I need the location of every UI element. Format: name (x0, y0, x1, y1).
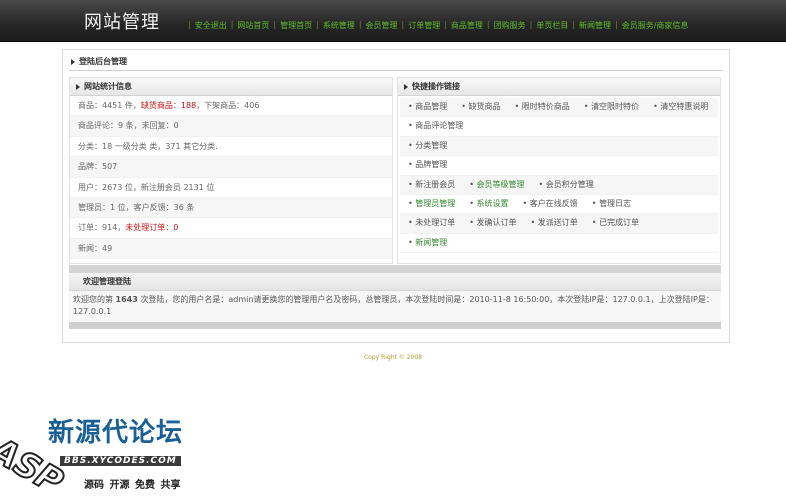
stats-panel-header: 网站统计信息 (70, 78, 392, 96)
nav-link[interactable]: 会员服务/商家信息 (622, 20, 689, 31)
main-frame: 登陆后台管理 网站统计信息 商品：4451 件，缺货商品：188，下架商品：40… (62, 49, 730, 343)
watermark-logo: ASP 新源代论坛 BBS.XYCODES.COM 源码 开源 免费 共享 (0, 412, 214, 503)
nav-separator: | (486, 20, 490, 29)
quick-link[interactable]: 分类管理 (408, 137, 447, 155)
stat-text: 分类：18 一级分类 类，371 其它分类. (78, 141, 218, 151)
quick-link[interactable]: 清空限时特价 (584, 98, 639, 116)
welcome-heading: 欢迎管理登陆 (69, 265, 721, 291)
welcome-text-after: 次登陆，您的用户名是：admin请更换您的管理用户名及密码，总管理员，本次登陆时… (73, 295, 714, 316)
nav-link[interactable]: 新闻管理 (579, 20, 611, 31)
quick-link[interactable]: 发确认订单 (469, 214, 517, 232)
quick-link[interactable]: 管理日志 (592, 195, 631, 213)
stat-row: 新闻：49 (70, 238, 392, 260)
watermark-slogan: 源码 开源 免费 共享 (84, 480, 181, 491)
stat-text: 订单：914， (78, 223, 126, 233)
arrow-right-icon (76, 83, 80, 90)
quick-link[interactable]: 管理员管理 (408, 195, 455, 213)
stats-heading: 网站统计信息 (84, 82, 132, 91)
watermark-url: BBS.XYCODES.COM (60, 456, 181, 466)
quick-link-row: 商品评论管理 (400, 117, 718, 137)
nav-link[interactable]: 管理首页 (280, 20, 312, 31)
quick-link[interactable]: 新注册会员 (408, 176, 455, 194)
quick-link[interactable]: 限时特价商品 (515, 98, 570, 116)
quick-link[interactable]: 系统设置 (469, 195, 509, 213)
nav-link[interactable]: 订单管理 (408, 20, 440, 31)
breadcrumb-divider (69, 70, 723, 71)
stat-text: 商品：4451 件， (78, 101, 141, 110)
stat-text: 用户：2673 位，新注册会员 2131 位 (78, 182, 215, 192)
stat-text: 品牌：507 (78, 162, 118, 172)
quick-link[interactable]: 清空特惠说明 (653, 98, 708, 116)
arrow-right-icon (71, 58, 75, 65)
quick-link-row: 分类管理 (400, 136, 718, 157)
welcome-text: 欢迎您的第 1643 次登陆，您的用户名是：admin请更换您的管理用户名及密码… (69, 291, 721, 322)
quick-link[interactable]: 客户在线反馈 (523, 195, 578, 213)
welcome-footer-bar (69, 322, 721, 329)
nav-separator: | (358, 20, 362, 29)
stat-text: 管理员：1 位，客户反馈：36 条 (78, 202, 195, 212)
watermark-title: 新源代论坛 (48, 418, 184, 448)
stat-text: 商品评论：9 条，未回复：0 (78, 121, 179, 131)
stat-highlight: 未处理订单：0 (125, 223, 179, 233)
login-count: 1643 (115, 295, 138, 304)
quick-link-row: 商品管理缺货商品限时特价商品清空限时特价清空特惠说明 (400, 98, 718, 118)
quick-link-row: 未处理订单发确认订单发派送订单已完成订单 (400, 214, 718, 234)
quick-link-row: 新注册会员会员等级管理会员积分管理 (400, 175, 718, 195)
nav-separator: | (529, 20, 533, 29)
nav-separator: | (230, 20, 234, 29)
quick-link-row: 新闻管理 (400, 234, 718, 254)
stat-highlight: 缺货商品：188 (140, 101, 197, 110)
stats-panel: 网站统计信息 商品：4451 件，缺货商品：188，下架商品：406 商品评论：9… (69, 77, 393, 264)
top-nav: | 安全退出 | 网站首页 | 管理首页 | 系统管理 | 会员管理 | 订单管理 | 商品管理 | 团购服务… (184, 20, 688, 31)
breadcrumb-label: 登陆后台管理 (79, 57, 127, 66)
quick-link[interactable]: 新闻管理 (408, 234, 447, 252)
nav-link[interactable]: 团购服务 (494, 20, 526, 31)
quick-link[interactable]: 发派送订单 (531, 214, 578, 232)
nav-link[interactable]: 安全退出 (195, 20, 227, 31)
breadcrumb: 登陆后台管理 (71, 56, 127, 67)
stat-text: ，下架商品：406 (196, 101, 260, 110)
quick-link[interactable]: 未处理订单 (408, 214, 455, 232)
stat-row: 商品：4451 件，缺货商品：188，下架商品：406 (70, 96, 392, 117)
top-bar: 网站管理 | 安全退出 | 网站首页 | 管理首页 | 系统管理 | 会员管理 | 订单管理 | 商品管理… (0, 0, 786, 42)
stat-row: 品牌：507 (70, 157, 392, 178)
quick-link[interactable]: 会员积分管理 (539, 176, 594, 194)
stat-row: 用户：2673 位，新注册会员 2131 位 (70, 178, 392, 198)
quick-link[interactable]: 商品评论管理 (408, 117, 463, 135)
quick-link-row: 管理员管理系统设置客户在线反馈管理日志 (400, 195, 718, 215)
nav-separator: | (401, 20, 405, 29)
nav-separator: | (188, 20, 191, 29)
site-title: 网站管理 (84, 12, 160, 33)
quick-link-row: 品牌管理 (400, 156, 718, 176)
stat-row: 商品评论：9 条，未回复：0 (70, 116, 392, 137)
stat-row: 管理员：1 位，客户反馈：36 条 (70, 197, 392, 219)
nav-separator: | (444, 20, 447, 29)
copyright: Copy Right © 2008 (363, 354, 422, 361)
stat-row: 分类：18 一级分类 类，371 其它分类. (70, 137, 392, 158)
stat-row: 订单：914，未处理订单：0 (70, 218, 392, 239)
stats-list: 商品：4451 件，缺货商品：188，下架商品：406 商品评论：9 条，未回复：… (70, 96, 392, 260)
quick-links-header: 快捷操作链接 (398, 78, 720, 96)
nav-link[interactable]: 会员管理 (366, 20, 398, 31)
nav-link[interactable]: 单页栏目 (536, 20, 568, 31)
nav-link[interactable]: 网站首页 (237, 20, 269, 31)
quick-links-heading: 快捷操作链接 (412, 82, 460, 91)
nav-link[interactable]: 商品管理 (451, 20, 483, 31)
quick-link[interactable]: 商品管理 (408, 98, 447, 116)
quick-link[interactable]: 缺货商品 (461, 98, 501, 116)
nav-separator: | (572, 20, 576, 29)
quick-links-panel: 快捷操作链接 商品管理缺货商品限时特价商品清空限时特价清空特惠说明商品评论管理分… (397, 77, 721, 264)
quick-links-list: 商品管理缺货商品限时特价商品清空限时特价清空特惠说明商品评论管理分类管理品牌管理… (398, 96, 720, 254)
quick-link[interactable]: 会员等级管理 (469, 176, 525, 194)
quick-link[interactable]: 已完成订单 (592, 214, 639, 232)
stat-text: 新闻：49 (78, 243, 113, 253)
quick-link[interactable]: 品牌管理 (408, 156, 447, 174)
arrow-right-icon (404, 83, 408, 90)
welcome-text-before: 欢迎您的第 (73, 295, 116, 304)
nav-link[interactable]: 系统管理 (323, 20, 355, 31)
welcome-panel: 欢迎管理登陆 欢迎您的第 1643 次登陆，您的用户名是：admin请更换您的管… (69, 265, 721, 333)
nav-separator: | (273, 20, 277, 29)
nav-separator: | (615, 20, 618, 29)
nav-separator: | (316, 20, 319, 29)
